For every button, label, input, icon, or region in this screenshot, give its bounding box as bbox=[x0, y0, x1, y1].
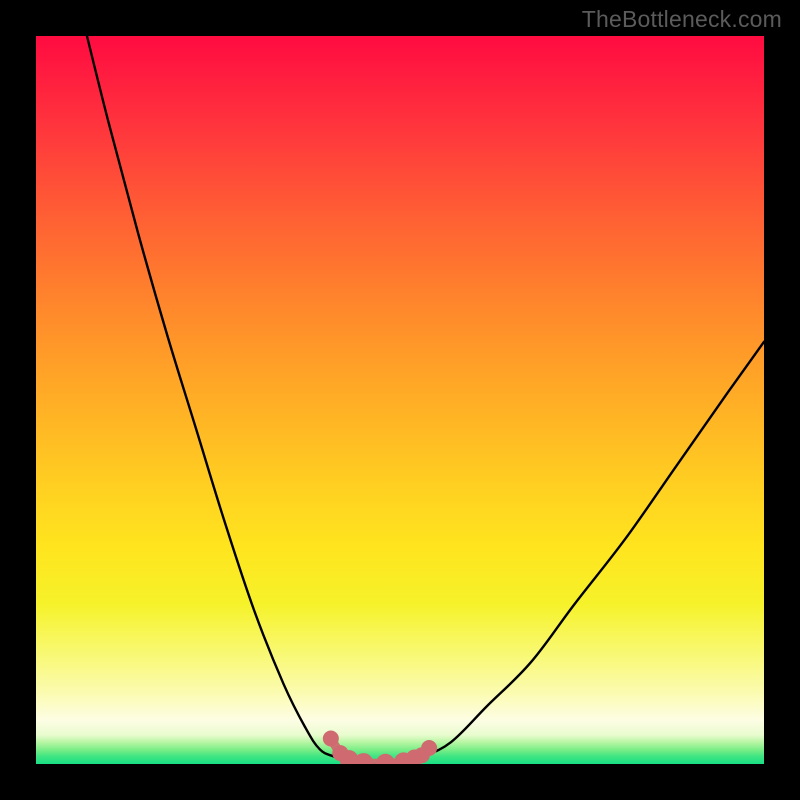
valley-marker-dot bbox=[421, 740, 437, 756]
watermark-text: TheBottleneck.com bbox=[582, 6, 782, 33]
valley-marker-dot bbox=[376, 754, 395, 764]
valley-marker-dot bbox=[323, 731, 339, 747]
curve-layer bbox=[36, 36, 764, 764]
plot-area bbox=[36, 36, 764, 764]
bottleneck-curve bbox=[87, 36, 764, 764]
chart-frame: TheBottleneck.com bbox=[0, 0, 800, 800]
